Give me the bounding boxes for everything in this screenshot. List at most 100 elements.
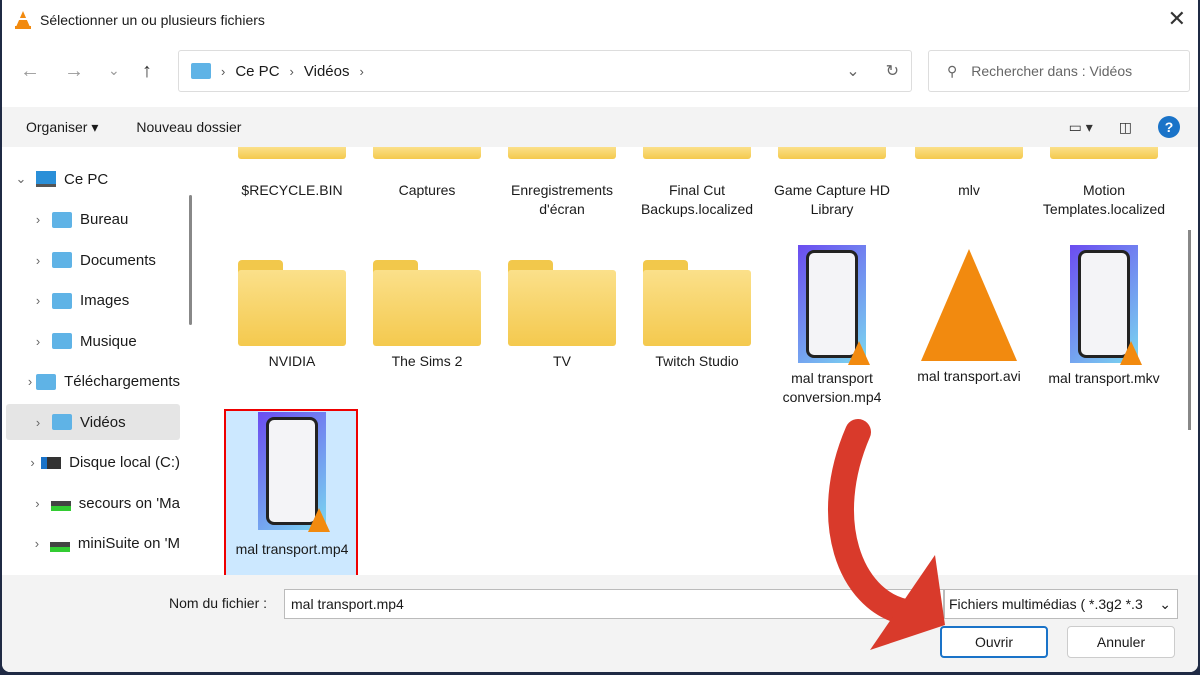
folder-icon (238, 260, 346, 346)
folder-icon (643, 260, 751, 346)
folder-icon (508, 147, 616, 159)
navigation-bar: ← → ⌄ ↑ › Ce PC › Vidéos › ⌄ ↻ ⚲ Recherch… (2, 50, 1198, 94)
open-button[interactable]: Ouvrir (940, 626, 1048, 658)
search-input[interactable]: ⚲ Rechercher dans : Vidéos (928, 50, 1190, 92)
navigation-pane: ⌄ Ce PC › Bureau › Documents › Images › Musique › T… (2, 147, 192, 575)
file-item[interactable]: Enregistrements d'écran (497, 147, 627, 219)
sidebar-item-label: secours on 'Ma (78, 494, 180, 512)
file-name: Twitch Studio (655, 353, 739, 369)
sidebar-item[interactable]: › Téléchargements (6, 364, 180, 400)
filename-input[interactable]: mal transport.mp4 (284, 589, 944, 619)
file-item[interactable]: NVIDIA (227, 245, 357, 371)
file-dialog: Sélectionner un ou plusieurs fichiers ✕ … (2, 0, 1198, 672)
chevron-right-icon[interactable]: › (6, 293, 52, 308)
chevron-right-icon[interactable]: › (6, 415, 52, 430)
file-name: mal transport.mkv (1048, 370, 1160, 386)
file-item[interactable]: mal transport.avi (904, 245, 1034, 386)
file-name: NVIDIA (268, 353, 316, 369)
filetype-select[interactable]: Fichiers multimédias ( *.3g2 *.3 ⌄ (944, 589, 1178, 619)
vlc-icon (15, 11, 31, 29)
vlc-icon (308, 508, 330, 532)
chevron-right-icon[interactable]: › (6, 455, 41, 470)
file-item[interactable]: mlv (904, 147, 1034, 200)
file-name: mal transport conversion.mp4 (782, 370, 882, 405)
file-name: Motion Templates.localized (1042, 182, 1166, 217)
new-folder-button[interactable]: Nouveau dossier (136, 119, 241, 135)
chevron-right-icon[interactable]: › (6, 212, 52, 227)
file-name: mal transport.mp4 (235, 541, 349, 557)
drive-icon (41, 456, 62, 469)
chevron-right-icon[interactable]: › (6, 496, 51, 511)
chevron-right-icon[interactable]: › (6, 253, 52, 268)
sidebar-item-label: Ce PC (64, 170, 109, 188)
sidebar-item[interactable]: ⌄ Ce PC (6, 161, 180, 197)
folder-icon (52, 211, 72, 228)
chevron-right-icon: › (289, 63, 294, 79)
file-item[interactable]: mal transport.mp4 (227, 412, 357, 559)
folder-icon (238, 147, 346, 159)
breadcrumb-ce-pc[interactable]: Ce PC (235, 63, 279, 80)
chevron-right-icon[interactable]: › (6, 374, 36, 389)
file-item[interactable]: $RECYCLE.BIN (227, 147, 357, 200)
forward-button[interactable]: → (64, 60, 84, 83)
videos-folder-icon (191, 63, 211, 79)
recent-locations-button[interactable]: ⌄ (108, 62, 120, 79)
file-item[interactable]: Motion Templates.localized (1039, 147, 1169, 219)
breadcrumb-videos[interactable]: Vidéos (304, 63, 350, 80)
sidebar-item[interactable]: › Musique (6, 323, 180, 359)
sidebar-item[interactable]: › Bureau (6, 202, 180, 238)
folder-icon (52, 292, 72, 309)
video-thumbnail (798, 245, 870, 365)
file-item[interactable]: The Sims 2 (362, 245, 492, 371)
sidebar-item[interactable]: › Vidéos (6, 404, 180, 440)
organize-button[interactable]: Organiser ▾ (26, 119, 98, 136)
address-bar[interactable]: › Ce PC › Vidéos › ⌄ ↻ (178, 50, 912, 92)
folder-icon (52, 252, 72, 268)
folder-icon (643, 147, 751, 159)
sidebar-item-label: Disque local (C:) (69, 454, 180, 471)
chevron-down-icon[interactable]: ⌄ (6, 171, 36, 187)
preview-pane-icon[interactable]: ◫ (1119, 119, 1132, 136)
video-thumbnail (258, 412, 330, 532)
folder-icon (778, 147, 886, 159)
pc-icon (36, 171, 56, 187)
up-button[interactable]: ↑ (142, 60, 152, 83)
folder-icon (52, 414, 72, 430)
sidebar-item-label: Bureau (80, 211, 129, 228)
file-item[interactable]: mal transport conversion.mp4 (767, 245, 897, 407)
sidebar-item[interactable]: › Disque local (C:) (6, 445, 180, 481)
file-name: The Sims 2 (391, 353, 463, 369)
sidebar-item[interactable]: › secours on 'Ma (6, 485, 180, 521)
sidebar-item-label: Téléchargements (64, 373, 180, 390)
sidebar-scrollbar[interactable] (189, 195, 192, 325)
file-item[interactable]: Captures (362, 147, 492, 200)
file-item[interactable]: TV (497, 245, 627, 371)
video-thumbnail (1070, 245, 1142, 365)
chevron-right-icon[interactable]: › (6, 536, 50, 551)
file-item[interactable]: Final Cut Backups.localized (632, 147, 762, 219)
sidebar-item[interactable]: › Documents (6, 242, 180, 278)
help-button[interactable]: ? (1158, 116, 1180, 138)
close-button[interactable]: ✕ (1168, 6, 1186, 32)
file-name: Game Capture HD Library (774, 182, 890, 217)
file-name: Enregistrements d'écran (511, 182, 613, 217)
file-name: mlv (958, 182, 980, 198)
network-drive-icon (50, 501, 71, 511)
back-button[interactable]: ← (20, 60, 40, 83)
sidebar-item[interactable]: › Images (6, 283, 180, 319)
file-item[interactable]: Game Capture HD Library (767, 147, 897, 219)
content-scrollbar[interactable] (1188, 230, 1191, 430)
search-icon: ⚲ (947, 62, 958, 79)
file-item[interactable]: Twitch Studio (632, 245, 762, 371)
view-options-icon[interactable]: ▭ ▾ (1069, 119, 1093, 136)
folder-icon (373, 147, 481, 159)
chevron-down-icon: ⌄ (1159, 596, 1171, 612)
refresh-icon[interactable]: ↻ (886, 61, 899, 81)
sidebar-item-label: Musique (80, 332, 137, 350)
history-dropdown-icon[interactable]: ⌄ (846, 61, 859, 81)
chevron-right-icon[interactable]: › (6, 334, 52, 349)
sidebar-item-label: Documents (80, 251, 156, 269)
sidebar-item[interactable]: › miniSuite on 'M (6, 526, 180, 562)
file-item[interactable]: mal transport.mkv (1039, 245, 1169, 388)
cancel-button[interactable]: Annuler (1067, 626, 1175, 658)
